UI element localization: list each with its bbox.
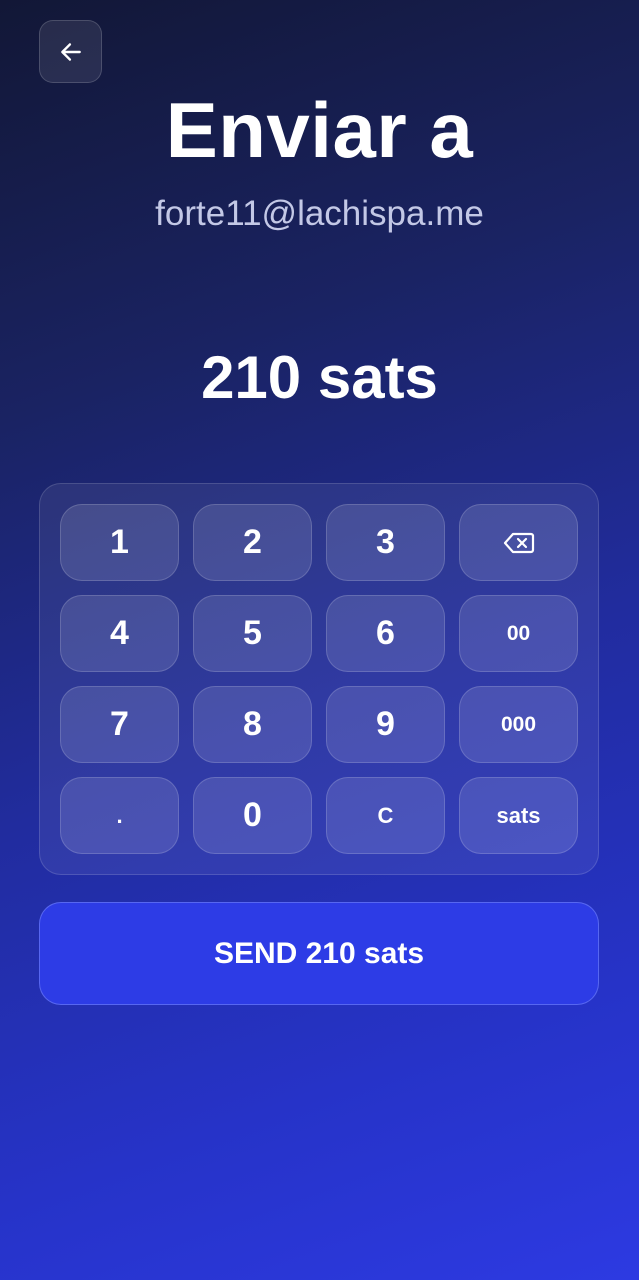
key-2[interactable]: 2 xyxy=(193,504,312,581)
send-button[interactable]: SEND 210 sats xyxy=(39,902,599,1005)
back-button[interactable] xyxy=(39,20,102,83)
key-000[interactable]: 000 xyxy=(459,686,578,763)
page-title: Enviar a xyxy=(165,86,474,174)
key-1[interactable]: 1 xyxy=(60,504,179,581)
key-3[interactable]: 3 xyxy=(326,504,445,581)
unit-toggle-button[interactable]: sats xyxy=(459,777,578,854)
key-6[interactable]: 6 xyxy=(326,595,445,672)
key-decimal[interactable]: . xyxy=(60,777,179,854)
backspace-icon xyxy=(503,531,535,555)
key-7[interactable]: 7 xyxy=(60,686,179,763)
key-5[interactable]: 5 xyxy=(193,595,312,672)
key-9[interactable]: 9 xyxy=(326,686,445,763)
key-00[interactable]: 00 xyxy=(459,595,578,672)
key-0[interactable]: 0 xyxy=(193,777,312,854)
key-8[interactable]: 8 xyxy=(193,686,312,763)
keypad: 1 2 3 4 5 6 00 7 8 9 000 . 0 C sats xyxy=(39,483,599,875)
recipient-address: forte11@lachispa.me xyxy=(155,194,484,233)
amount-display: 210 sats xyxy=(201,344,438,411)
arrow-left-icon xyxy=(58,39,84,65)
key-4[interactable]: 4 xyxy=(60,595,179,672)
backspace-button[interactable] xyxy=(459,504,578,581)
clear-button[interactable]: C xyxy=(326,777,445,854)
